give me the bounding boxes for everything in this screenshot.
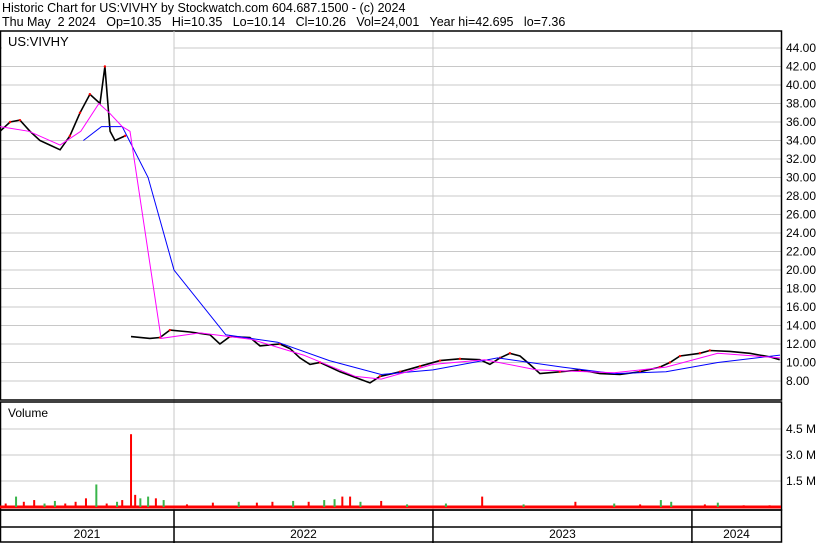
volume-bar xyxy=(292,500,295,507)
volume-bar xyxy=(444,503,447,507)
y-tick-label: 10.00 xyxy=(786,356,816,370)
volume-bar xyxy=(639,504,642,507)
price-up-tick xyxy=(78,111,82,114)
volume-bar xyxy=(613,503,616,507)
volume-bar xyxy=(481,496,484,507)
x-tick-label: 2022 xyxy=(290,527,317,541)
volume-bar xyxy=(15,496,18,507)
y-tick-label: 44.00 xyxy=(786,41,816,55)
volume-bar xyxy=(670,501,673,507)
y-tick-label: 30.00 xyxy=(786,171,816,185)
volume-bar xyxy=(271,501,274,507)
price-up-tick xyxy=(8,120,12,124)
stock-chart: Historic Chart for US:VIVHY by Stockwatc… xyxy=(0,0,830,543)
y-tick-label: 40.00 xyxy=(786,78,816,92)
volume-bar xyxy=(703,504,706,507)
price-up-tick xyxy=(508,352,512,355)
price-up-tick xyxy=(168,328,172,332)
price-up-tick xyxy=(668,361,672,364)
volume-label: Volume xyxy=(8,406,48,420)
price-up-tick xyxy=(708,349,711,352)
volume-bar xyxy=(134,494,137,507)
volume-bar xyxy=(341,496,344,507)
y-tick-label: 36.00 xyxy=(786,115,816,129)
volume-bar xyxy=(74,501,77,507)
symbol-label: US:VIVHY xyxy=(8,34,69,49)
volume-panel-frame xyxy=(0,401,783,511)
volume-bar xyxy=(255,502,258,507)
volume-bar xyxy=(333,499,336,507)
x-tick-label: 2024 xyxy=(723,527,750,541)
volume-bar xyxy=(522,504,525,507)
volume-bar xyxy=(130,434,133,507)
volume-bar xyxy=(574,501,577,507)
volume-bar xyxy=(406,504,409,507)
x-tick-label: 2021 xyxy=(74,527,101,541)
volume-bar xyxy=(742,505,745,507)
y-tick-label: 38.00 xyxy=(786,97,816,111)
y-tick-label: 34.00 xyxy=(786,134,816,148)
volume-tick-label: 4.5 M xyxy=(786,422,816,436)
volume-bar xyxy=(139,498,142,507)
volume-bar xyxy=(84,498,87,507)
volume-bar xyxy=(323,500,326,507)
price-line xyxy=(0,66,780,384)
chart-canvas: 44.00 42.00 40.00 38.00 36.00 34.00 32.00 30.00… xyxy=(0,30,816,543)
volume-bar xyxy=(4,503,7,507)
y-tick-label: 18.00 xyxy=(786,282,816,296)
volume-bar xyxy=(121,500,124,507)
price-up-tick xyxy=(698,352,702,355)
price-up-tick xyxy=(18,118,22,122)
volume-bar xyxy=(716,502,719,507)
volume-bar xyxy=(185,504,188,507)
volume-bar xyxy=(95,484,98,507)
volume-bar xyxy=(43,503,46,507)
volume-tick-label: 1.5 M xyxy=(786,474,816,488)
volume-bar xyxy=(659,500,662,507)
volume-bar xyxy=(211,502,214,507)
time-axis-frame xyxy=(0,509,783,543)
volume-bar xyxy=(105,503,108,507)
volume-tick-label: 3.0 M xyxy=(786,448,816,462)
volume-bar xyxy=(237,501,240,507)
price-up-tick xyxy=(418,365,422,368)
y-tick-label: 22.00 xyxy=(786,245,816,259)
price-up-tick xyxy=(88,93,92,96)
volume-bar xyxy=(307,501,310,507)
price-up-tick xyxy=(678,354,682,358)
x-tick-label: 2023 xyxy=(549,527,576,541)
price-up-tick xyxy=(103,65,107,68)
volume-bar xyxy=(162,500,165,507)
price-panel-frame xyxy=(0,30,783,401)
price-up-tick xyxy=(438,359,442,362)
price-up-tick xyxy=(123,134,127,138)
y-tick-label: 8.00 xyxy=(786,374,810,388)
price-up-tick xyxy=(68,134,72,138)
volume-bar xyxy=(380,500,383,507)
volume-bar xyxy=(768,505,771,507)
y-tick-label: 28.00 xyxy=(786,189,816,203)
y-tick-label: 32.00 xyxy=(786,152,816,166)
volume-bar xyxy=(64,503,67,507)
y-tick-label: 24.00 xyxy=(786,226,816,240)
long-moving-average xyxy=(83,126,781,376)
y-tick-label: 42.00 xyxy=(786,60,816,74)
volume-bar xyxy=(53,500,56,507)
volume-bar xyxy=(154,498,157,507)
price-up-tick xyxy=(378,375,382,378)
volume-bar xyxy=(359,501,362,507)
y-tick-label: 26.00 xyxy=(786,208,816,222)
volume-bar xyxy=(116,501,119,507)
short-moving-average xyxy=(0,102,781,380)
volume-bar xyxy=(349,496,352,507)
y-tick-label: 14.00 xyxy=(786,319,816,333)
volume-bar xyxy=(33,500,36,507)
price-up-tick xyxy=(458,357,462,360)
y-tick-label: 20.00 xyxy=(786,263,816,277)
y-tick-label: 12.00 xyxy=(786,337,816,351)
y-tick-label: 16.00 xyxy=(786,300,816,314)
volume-bar xyxy=(147,496,150,507)
volume-bar xyxy=(22,501,25,507)
